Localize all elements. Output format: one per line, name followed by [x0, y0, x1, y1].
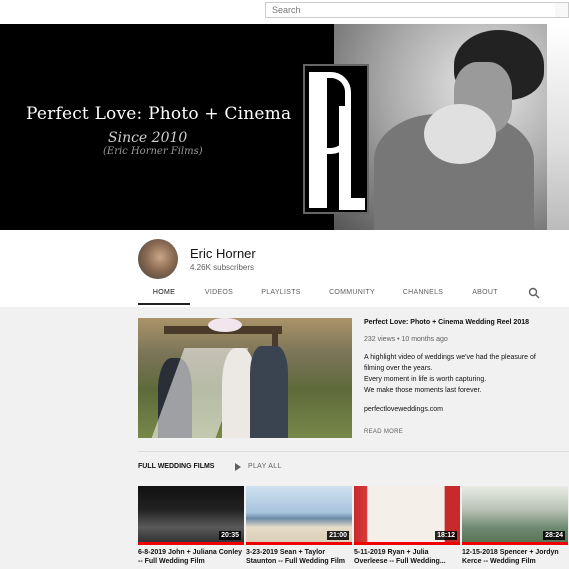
channel-tabs: HOME VIDEOS PLAYLISTS COMMUNITY CHANNELS…	[138, 283, 548, 305]
description-line: A highlight video of weddings we've had …	[364, 354, 536, 372]
featured-video-thumbnail[interactable]	[138, 318, 352, 438]
description-line: We make those moments last forever.	[364, 387, 482, 394]
video-thumbnail[interactable]: 18:12	[354, 486, 460, 545]
subscriber-count: 4.26K subscribers	[190, 263, 255, 272]
tab-videos[interactable]: VIDEOS	[196, 283, 242, 305]
description-line: Every moment in life is worth capturing.	[364, 376, 487, 383]
tab-channels[interactable]: CHANNELS	[398, 283, 448, 305]
tab-about[interactable]: ABOUT	[464, 283, 506, 305]
section-title[interactable]: FULL WEDDING FILMS	[138, 463, 214, 470]
channel-name: Eric Horner	[190, 246, 256, 261]
featured-video-title[interactable]: Perfect Love: Photo + Cinema Wedding Ree…	[364, 319, 529, 326]
tab-playlists[interactable]: PLAYLISTS	[254, 283, 308, 305]
watched-progress	[354, 542, 460, 545]
banner-title: Perfect Love: Photo + Cinema	[26, 104, 292, 124]
avatar[interactable]	[138, 239, 178, 279]
banner-subtitle: (Eric Horner Films)	[103, 146, 203, 157]
banner-since: Since 2010	[108, 130, 188, 146]
video-title[interactable]: 5-11-2019 Ryan + Julia Overleese -- Full…	[354, 548, 460, 566]
video-duration: 20:35	[219, 531, 241, 540]
video-duration: 21:00	[327, 531, 349, 540]
tab-home[interactable]: HOME	[138, 283, 190, 305]
search-input[interactable]: Search	[265, 2, 557, 18]
pl-logo	[303, 64, 369, 214]
video-thumbnail[interactable]: 20:35	[138, 486, 244, 545]
website-link[interactable]: perfectloveweddings.com	[364, 406, 443, 413]
video-title[interactable]: 12-15-2018 Spencer + Jordyn Kerce -- Wed…	[462, 548, 568, 566]
search-icon[interactable]	[528, 287, 540, 299]
top-bar: Search	[0, 0, 569, 24]
watched-progress	[138, 542, 244, 545]
section-divider	[138, 451, 569, 452]
watched-progress	[462, 542, 568, 545]
featured-video-description: A highlight video of weddings we've had …	[364, 352, 544, 396]
play-icon[interactable]	[235, 463, 241, 471]
banner-photo-secondary	[547, 24, 569, 230]
read-more-button[interactable]: READ MORE	[364, 429, 403, 435]
video-duration: 18:12	[435, 531, 457, 540]
play-all-button[interactable]: PLAY ALL	[248, 463, 282, 470]
video-thumbnail[interactable]: 21:00	[246, 486, 352, 545]
video-title[interactable]: 6-8-2019 John + Juliana Conley -- Full W…	[138, 548, 244, 566]
featured-video-meta: 232 views • 10 months ago	[364, 336, 448, 343]
search-button[interactable]	[555, 2, 569, 18]
video-thumbnail[interactable]: 28:24	[462, 486, 568, 545]
watched-progress	[246, 542, 352, 545]
video-duration: 28:24	[543, 531, 565, 540]
video-title[interactable]: 3-23-2019 Sean + Taylor Staunton -- Full…	[246, 548, 352, 566]
channel-banner: Perfect Love: Photo + Cinema Since 2010 …	[0, 24, 569, 230]
tab-community[interactable]: COMMUNITY	[324, 283, 380, 305]
